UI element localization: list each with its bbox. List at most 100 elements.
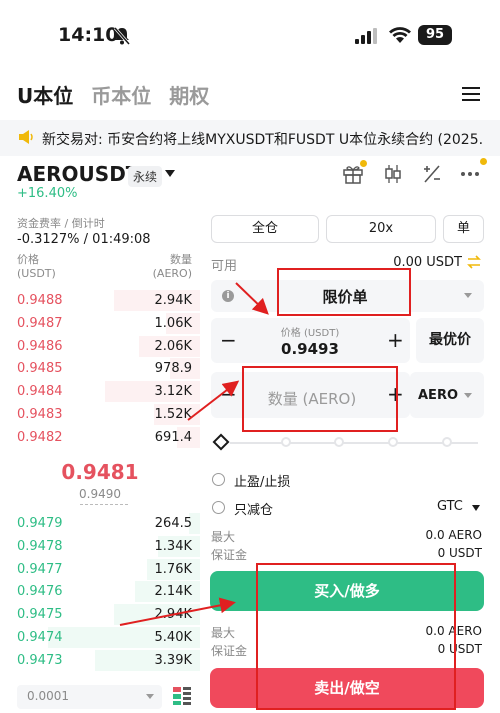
- ask-row[interactable]: 0.9488 2.94K: [0, 289, 200, 312]
- slider-stop-100[interactable]: [442, 437, 452, 447]
- ask-quantity: 1.52K: [154, 407, 192, 422]
- ask-row[interactable]: 0.9483 1.52K: [0, 403, 200, 426]
- menu-icon[interactable]: [462, 86, 480, 102]
- chevron-down-icon: [464, 393, 472, 398]
- status-time: 14:10: [58, 24, 119, 46]
- price-increase-button[interactable]: +: [387, 328, 404, 352]
- mark-price-underline: [80, 504, 128, 505]
- price-header-unit: (USDT): [17, 267, 56, 280]
- tick-size-select[interactable]: 0.0001: [17, 685, 162, 709]
- ask-quantity: 691.4: [154, 429, 192, 445]
- available-label: 可用: [211, 259, 238, 274]
- swap-icon[interactable]: [466, 254, 482, 270]
- ask-quantity: 1.06K: [154, 315, 192, 331]
- bid-price: 0.9477: [17, 561, 63, 577]
- price-decrease-button[interactable]: −: [220, 328, 237, 352]
- ask-price: 0.9487: [17, 315, 63, 331]
- bid-price: 0.9478: [17, 538, 63, 554]
- ask-price: 0.9483: [17, 407, 63, 422]
- ask-price: 0.9486: [17, 338, 63, 354]
- bid-price: 0.9476: [17, 584, 63, 600]
- slider-stop-50[interactable]: [334, 437, 344, 447]
- ask-row[interactable]: 0.9485 978.9: [0, 357, 200, 380]
- best-price-button[interactable]: 最优价: [416, 318, 484, 363]
- ask-price: 0.9485: [17, 361, 63, 377]
- funding-label: 资金费率 / 倒计时: [17, 217, 105, 230]
- buy-margin-label: 保证金: [211, 548, 248, 562]
- bid-row[interactable]: 0.9479 264.5: [0, 512, 200, 535]
- slider-stop-25[interactable]: [281, 437, 291, 447]
- signal-icon: [355, 28, 377, 44]
- last-price[interactable]: 0.9481: [0, 460, 200, 484]
- slider-handle[interactable]: [212, 433, 230, 451]
- mark-price: 0.9490: [79, 487, 121, 501]
- tp-sl-label[interactable]: 止盈/止损: [234, 471, 290, 490]
- bid-row[interactable]: 0.9476 2.14K: [0, 580, 200, 603]
- chevron-down-icon: [464, 293, 472, 298]
- ask-row[interactable]: 0.9484 3.12K: [0, 380, 200, 403]
- orderbook-qty-header: 数量 (AERO): [150, 253, 192, 281]
- slider-stop-75[interactable]: [388, 437, 398, 447]
- layout-icon[interactable]: [172, 686, 192, 706]
- bid-price: 0.9474: [17, 630, 63, 645]
- ask-row[interactable]: 0.9482 691.4: [0, 426, 200, 449]
- market-tabs: U本位 币本位 期权: [17, 80, 209, 109]
- funding-value: -0.3127% / 01:49:08: [17, 232, 151, 247]
- annotation-box-buttons: [256, 563, 456, 710]
- bid-row[interactable]: 0.9477 1.76K: [0, 558, 200, 581]
- bid-row[interactable]: 0.9474 5.40K: [0, 626, 200, 649]
- tp-sl-checkbox[interactable]: [212, 473, 225, 486]
- bid-quantity: 1.76K: [154, 561, 192, 577]
- perpetual-badge: 永续: [128, 166, 163, 187]
- info-icon[interactable]: i: [222, 290, 234, 302]
- ask-quantity: 3.12K: [154, 384, 192, 400]
- price-input-value[interactable]: 0.9493: [260, 340, 360, 358]
- bid-row[interactable]: 0.9473 3.39K: [0, 649, 200, 672]
- reduce-only-label[interactable]: 只减仓: [234, 499, 273, 518]
- bid-row[interactable]: 0.9478 1.34K: [0, 535, 200, 558]
- tab-usdt-m[interactable]: U本位: [17, 80, 73, 109]
- tick-size-value: 0.0001: [27, 689, 69, 703]
- more-icon[interactable]: [459, 163, 481, 185]
- orderbook-price-header: 价格 (USDT): [17, 253, 56, 281]
- calculator-icon[interactable]: [421, 163, 443, 185]
- ask-quantity: 2.06K: [154, 338, 192, 354]
- price-header-label: 价格: [17, 253, 39, 266]
- bid-quantity: 1.34K: [154, 538, 192, 554]
- leverage-button[interactable]: 20x: [326, 215, 436, 243]
- chevron-down-icon[interactable]: [472, 505, 480, 511]
- annotation-box-order-type: [277, 268, 411, 316]
- annotation-box-quantity: [242, 366, 398, 432]
- bid-price: 0.9475: [17, 607, 63, 623]
- ask-row[interactable]: 0.9486 2.06K: [0, 335, 200, 358]
- price-input-label: 价格 (USDT): [280, 328, 340, 339]
- ask-price: 0.9484: [17, 384, 63, 400]
- sell-max-label: 最大: [211, 626, 236, 640]
- qty-decrease-button[interactable]: −: [220, 382, 237, 406]
- bid-quantity: 3.39K: [154, 652, 192, 668]
- symbol-name[interactable]: AEROUSDT: [17, 162, 139, 186]
- notification-dot: [480, 158, 487, 165]
- bell-slash-icon: [113, 27, 131, 45]
- ask-price: 0.9482: [17, 429, 63, 445]
- qty-header-unit: (AERO): [152, 267, 192, 280]
- speaker-icon: [19, 130, 33, 144]
- bid-row[interactable]: 0.9475 2.94K: [0, 603, 200, 626]
- time-in-force-select[interactable]: GTC: [437, 499, 463, 514]
- candlestick-icon[interactable]: [382, 163, 404, 185]
- battery-indicator: 95: [418, 25, 452, 45]
- notification-dot: [360, 160, 367, 167]
- sell-margin-label: 保证金: [211, 644, 248, 658]
- chevron-down-icon[interactable]: [165, 170, 175, 177]
- tab-options[interactable]: 期权: [169, 80, 209, 109]
- quantity-unit-value[interactable]: AERO: [418, 388, 458, 403]
- margin-mode-button[interactable]: 全仓: [211, 215, 319, 243]
- announcement-text[interactable]: 新交易对: 币安合约将上线MYXUSDT和FUSDT U本位永续合约 (2025…: [42, 129, 482, 149]
- bid-quantity: 5.40K: [154, 630, 192, 645]
- wifi-icon: [389, 27, 411, 43]
- tab-coin-m[interactable]: 币本位: [91, 80, 151, 109]
- reduce-only-checkbox[interactable]: [212, 501, 225, 514]
- position-mode-button[interactable]: 单: [443, 215, 484, 243]
- quantity-slider[interactable]: [230, 442, 478, 444]
- ask-row[interactable]: 0.9487 1.06K: [0, 312, 200, 335]
